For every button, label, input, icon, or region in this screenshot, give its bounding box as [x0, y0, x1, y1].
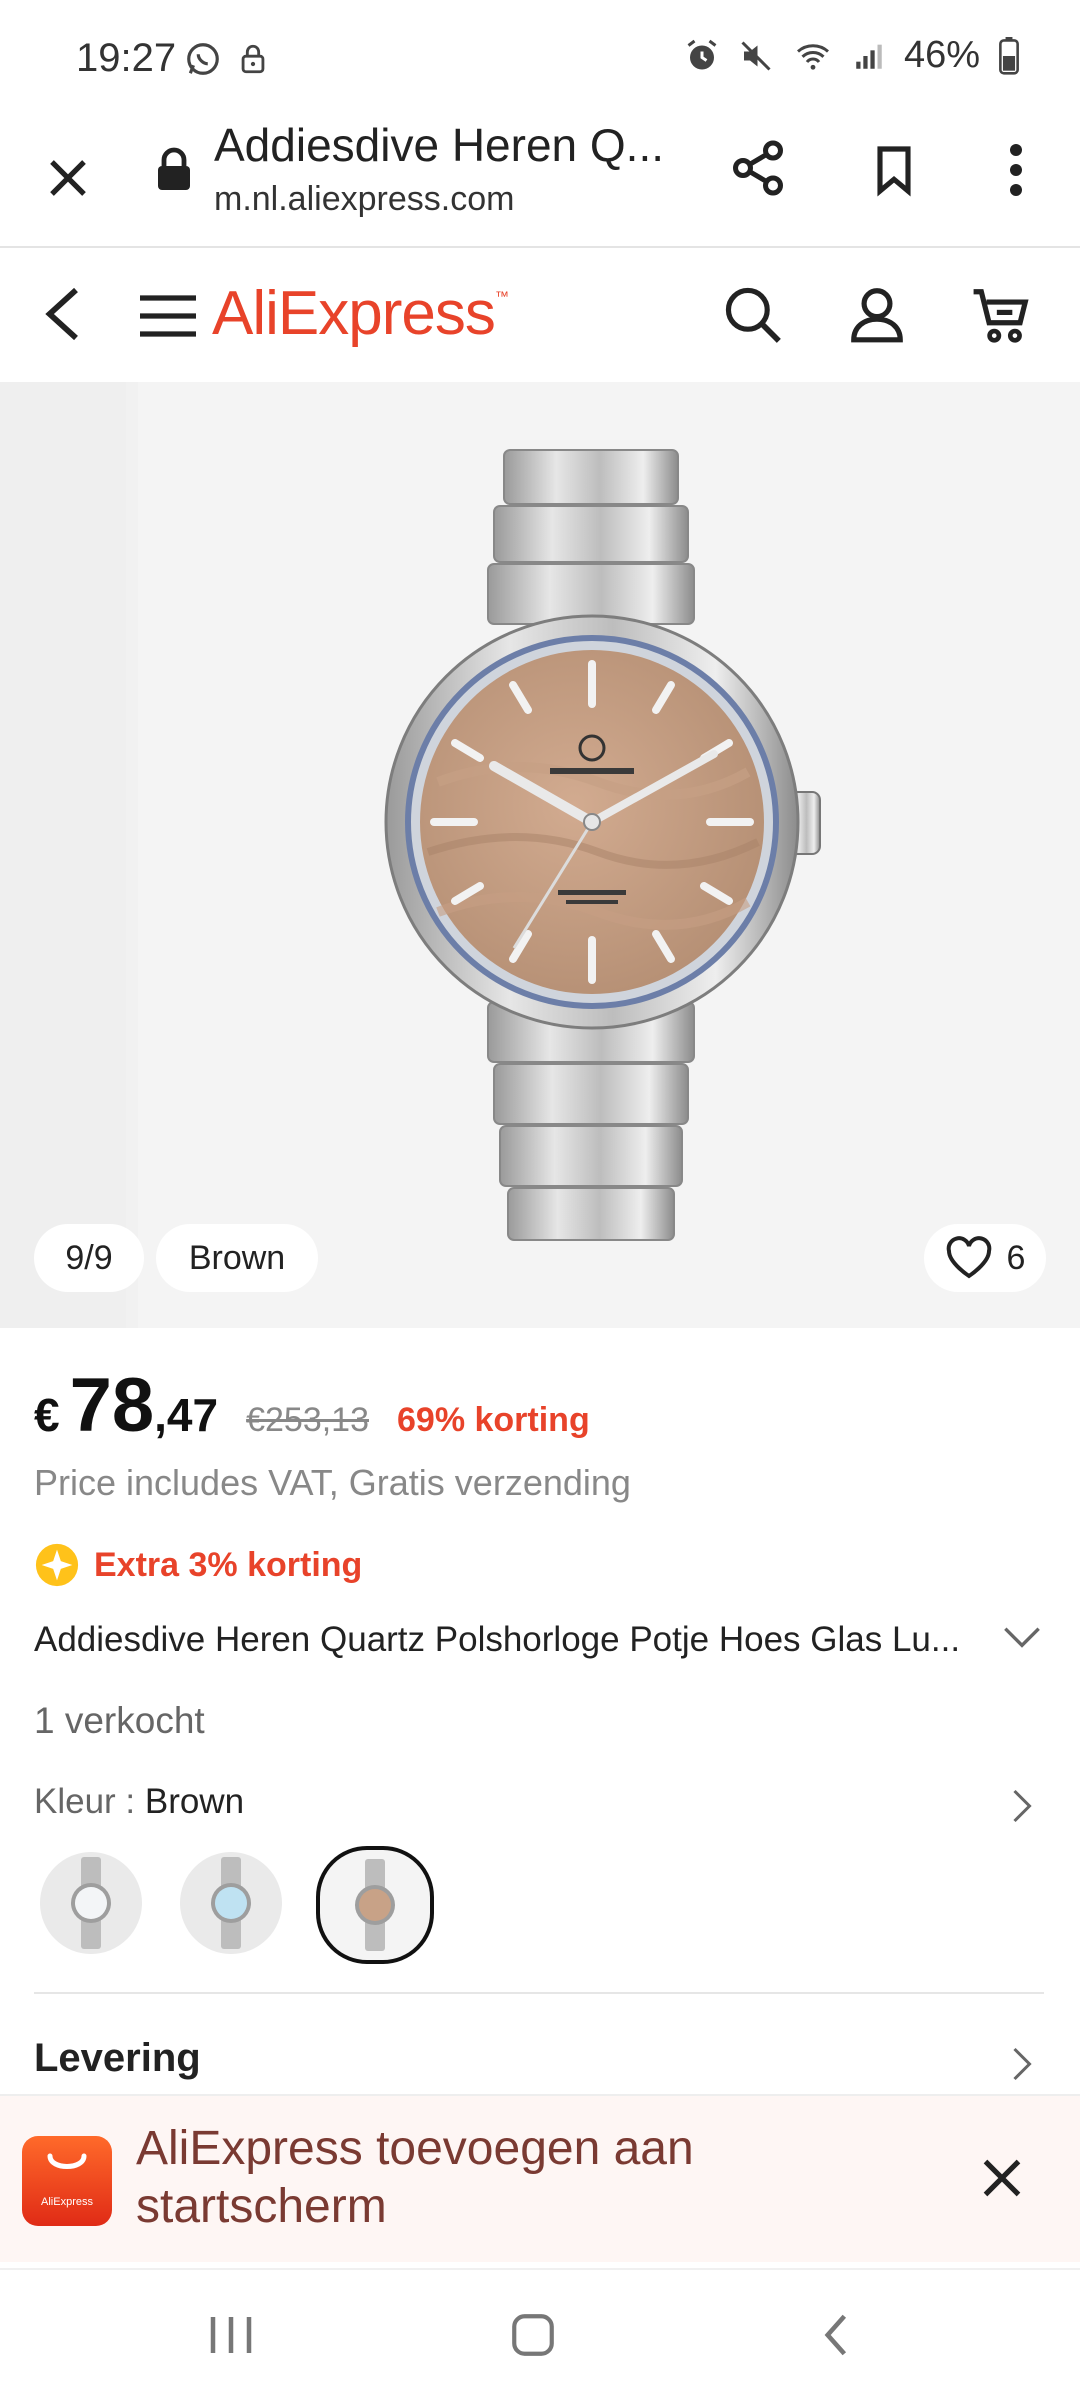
status-bar: 19:27 46% [0, 0, 1080, 110]
price-value: 78,47 [70, 1362, 219, 1449]
vat-note: Price includes VAT, Gratis verzending [34, 1462, 631, 1503]
recent-apps-icon[interactable] [204, 2312, 258, 2358]
product-gallery[interactable]: 9/9 Brown 6 [0, 382, 1080, 1328]
sold-count: 1 verkocht [34, 1700, 205, 1741]
color-label: Kleur : [34, 1782, 145, 1821]
image-counter: 9/9 [34, 1224, 144, 1292]
status-right-icons: 46% [684, 34, 1020, 77]
aliexpress-app-icon: AliExpress [22, 2136, 112, 2226]
close-icon[interactable] [980, 2156, 1024, 2200]
variant-thumbnail-white[interactable] [40, 1852, 142, 1954]
aliexpress-logo[interactable]: AliExpress™ [212, 278, 509, 349]
browser-toolbar: Addiesdive Heren Q... m.nl.aliexpress.co… [0, 110, 1080, 248]
extra-discount[interactable]: Extra 3% korting [34, 1542, 362, 1588]
banner-text[interactable]: AliExpress toevoegen aan startscherm [136, 2120, 776, 2236]
more-options-icon[interactable] [1000, 140, 1032, 200]
url-text[interactable]: m.nl.aliexpress.com [214, 180, 514, 219]
variant-thumbnail-blue[interactable] [180, 1852, 282, 1954]
color-selector-label[interactable]: Kleur : Brown [34, 1782, 244, 1822]
home-icon[interactable] [508, 2310, 558, 2360]
shopping-bag-icon [47, 2153, 87, 2169]
wifi-icon [796, 43, 829, 70]
status-time: 19:27 [76, 36, 177, 80]
lock-icon [158, 147, 190, 190]
extra-discount-label: Extra 3% korting [94, 1545, 363, 1584]
divider [34, 1992, 1044, 1994]
price-integer: 78 [69, 1363, 155, 1448]
price-decimal: ,47 [154, 1389, 219, 1441]
add-to-homescreen-banner[interactable]: AliExpress AliExpress toevoegen aan star… [0, 2094, 1080, 2262]
chevron-right-icon[interactable] [1010, 1788, 1034, 1824]
site-header: AliExpress™ [0, 248, 1080, 380]
price-row: € 78,47 €253,13 69% korting [34, 1362, 590, 1449]
battery-percent: 46% [903, 34, 980, 76]
whatsapp-icon [187, 43, 219, 75]
previous-image-slide[interactable] [0, 382, 126, 1328]
back-nav-icon[interactable] [818, 2310, 854, 2360]
heart-icon [946, 1236, 991, 1279]
watch-thumbnail [211, 1857, 251, 1949]
battery-icon [999, 36, 1019, 75]
chevron-down-icon[interactable] [1002, 1622, 1042, 1652]
alarm-icon [687, 39, 717, 69]
mute-icon [741, 40, 771, 71]
search-icon[interactable] [722, 284, 784, 346]
page-title[interactable]: Addiesdive Heren Q... [214, 118, 664, 172]
sparkle-icon [35, 1543, 79, 1587]
back-icon[interactable] [40, 284, 88, 344]
watch-thumbnail [71, 1857, 111, 1949]
watch-image [384, 449, 821, 1241]
wishlist-count: 6 [1006, 1238, 1026, 1277]
price-currency: € [34, 1389, 60, 1441]
watch-thumbnail [355, 1859, 395, 1951]
bookmark-icon[interactable] [866, 140, 922, 200]
system-navigation-bar [0, 2268, 1080, 2402]
wishlist-button[interactable]: 6 [924, 1224, 1046, 1292]
share-icon[interactable] [728, 138, 788, 198]
close-tab-icon[interactable] [44, 154, 92, 202]
account-icon[interactable] [846, 282, 908, 346]
variant-thumbnail-brown[interactable] [316, 1846, 434, 1964]
app-icon-label: AliExpress [41, 2196, 93, 2208]
delivery-heading[interactable]: Levering [34, 2036, 201, 2081]
chevron-right-icon[interactable] [1010, 2046, 1034, 2082]
discount-label: 69% korting [397, 1401, 590, 1439]
product-image[interactable] [138, 382, 1080, 1328]
lock-status-icon [241, 44, 265, 74]
menu-icon[interactable] [138, 292, 198, 340]
product-title[interactable]: Addiesdive Heren Quartz Polshorloge Potj… [34, 1620, 994, 1660]
signal-icon [856, 44, 882, 69]
color-value: Brown [144, 1782, 245, 1821]
cart-icon[interactable] [970, 284, 1034, 346]
original-price: €253,13 [246, 1401, 369, 1439]
status-left-icons [184, 40, 270, 78]
color-label-pill: Brown [156, 1224, 318, 1292]
